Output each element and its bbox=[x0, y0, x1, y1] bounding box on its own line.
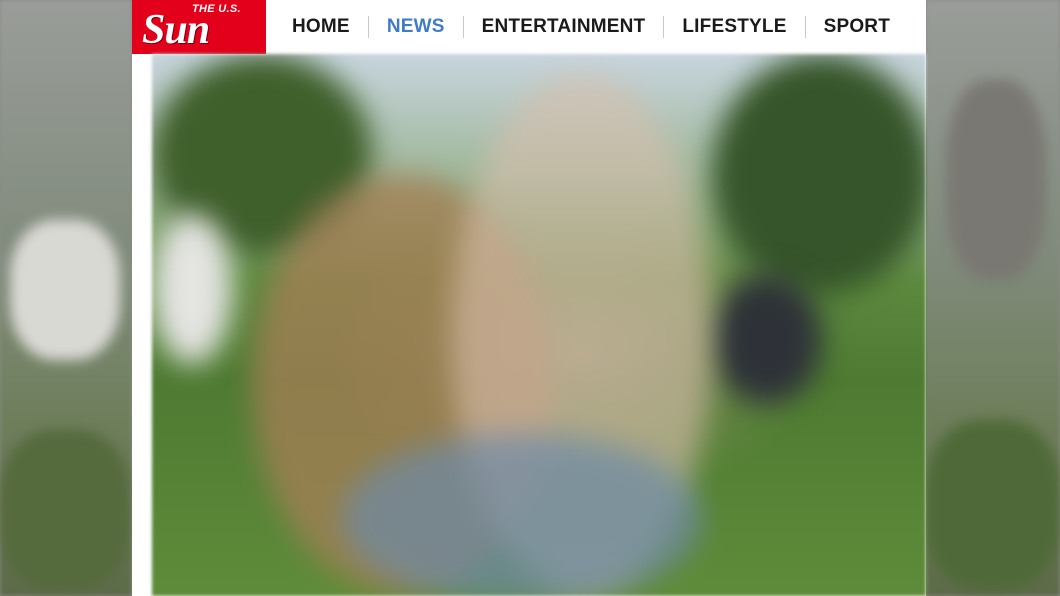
nav-divider bbox=[462, 16, 464, 38]
site-logo[interactable]: THE U.S. Sun bbox=[132, 0, 266, 54]
logo-wordmark: Sun bbox=[142, 7, 210, 53]
nav-item-home[interactable]: HOME bbox=[292, 16, 350, 38]
blurred-frame-right bbox=[926, 0, 1060, 596]
nav-item-sport[interactable]: SPORT bbox=[824, 16, 890, 38]
article-photo bbox=[152, 54, 926, 596]
main-nav: HOME NEWS ENTERTAINMENT LIFESTYLE SPORT bbox=[292, 0, 890, 54]
blurred-frame-left bbox=[0, 0, 132, 596]
nav-item-entertainment[interactable]: ENTERTAINMENT bbox=[482, 16, 646, 38]
article-panel: THE U.S. Sun HOME NEWS ENTERTAINMENT LIF… bbox=[132, 0, 926, 596]
nav-item-lifestyle[interactable]: LIFESTYLE bbox=[682, 16, 786, 38]
nav-divider bbox=[367, 16, 369, 38]
site-header: THE U.S. Sun HOME NEWS ENTERTAINMENT LIF… bbox=[132, 0, 926, 54]
nav-item-news[interactable]: NEWS bbox=[387, 16, 445, 38]
nav-divider bbox=[663, 16, 665, 38]
nav-divider bbox=[804, 16, 806, 38]
